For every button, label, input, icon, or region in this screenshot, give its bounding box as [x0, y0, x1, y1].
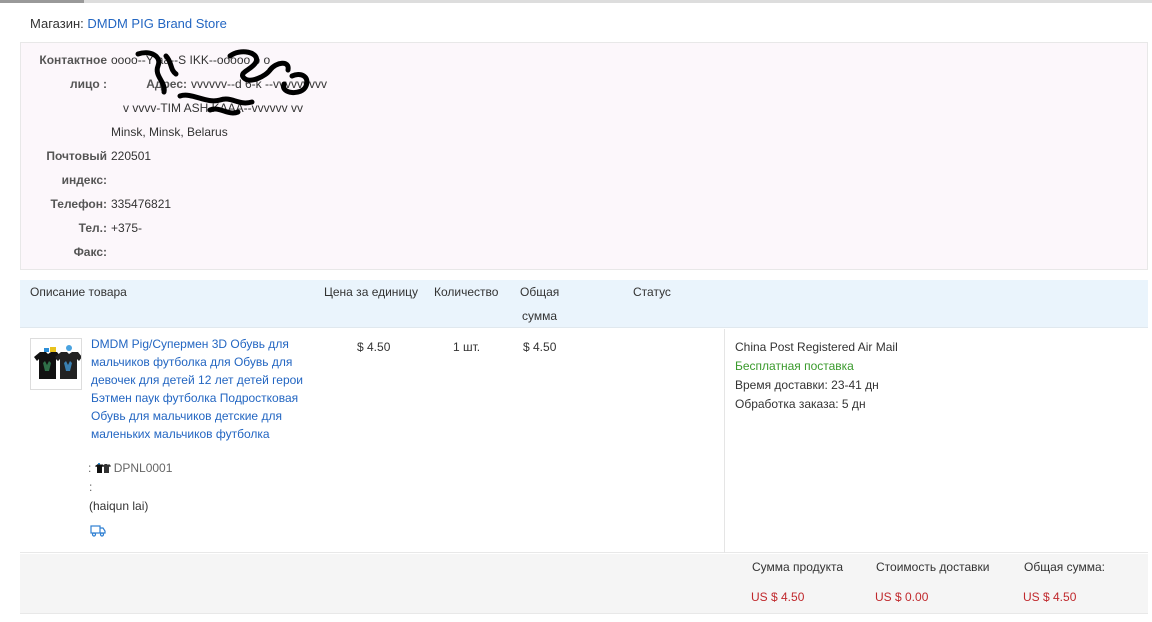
store-name-link[interactable]: DMDM PIG Brand Store: [87, 16, 226, 31]
product-thumbnail[interactable]: [30, 338, 82, 390]
item-total: $ 4.50: [523, 340, 557, 354]
shipping-cost-label: Стоимость доставки: [876, 560, 990, 574]
store-line: Магазин: DMDM PIG Brand Store: [30, 16, 227, 31]
active-tab-indicator: [0, 0, 84, 3]
address-line-3: Minsk, Minsk, Belarus: [111, 125, 228, 139]
order-total-label: Общая сумма:: [1024, 560, 1105, 574]
col-description: Описание товара: [30, 285, 127, 299]
store-label: Магазин:: [30, 16, 84, 31]
phone-value: 335476821: [111, 197, 172, 211]
shipping-address-box: Контактное лицо : oooo--Y aa--S IKK--ooo…: [20, 42, 1148, 270]
col-total-cont: сумма: [522, 309, 558, 323]
postal-label: Почтовый: [46, 149, 107, 163]
col-total: Общая: [520, 285, 560, 299]
tel-value: +375-: [111, 221, 143, 235]
product-sum-label: Сумма продукта: [752, 560, 844, 574]
col-unit-price: Цена за единицу: [324, 285, 419, 299]
contact-label: Контактное: [39, 53, 107, 67]
shipping-cost-value: US $ 0.00: [875, 590, 929, 604]
order-item-row: DMDM Pig/Супермен 3D Обувь для мальчиков…: [20, 329, 1148, 553]
sku-code: DPNL0001: [113, 461, 173, 475]
address-line-2: v vvvv-TIM ASH KAAA--vvvvvv vv: [123, 101, 304, 115]
col-status: Статус: [633, 285, 671, 299]
shipping-cost: Бесплатная поставка: [735, 359, 854, 373]
tshirt-thumbnail-icon: [31, 339, 81, 389]
shipping-method: China Post Registered Air Mail: [735, 340, 898, 354]
top-divider: [0, 0, 1152, 3]
product-title-link[interactable]: DMDM Pig/Супермен 3D Обувь для мальчиков…: [91, 335, 321, 443]
shipping-info: China Post Registered Air Mail Бесплатна…: [735, 338, 898, 414]
address-label: Адрес:: [146, 77, 187, 91]
tel-label: Тел.:: [78, 221, 107, 235]
sku-colon: :: [89, 480, 93, 494]
sku-thumbnail-icon: [94, 463, 111, 474]
order-summary: Сумма продукта US $ 4.50 Стоимость доста…: [20, 554, 1148, 614]
fax-label: Факс:: [73, 245, 107, 259]
contact-value: oooo--Y aa--S IKK--ooooo o o: [111, 53, 271, 67]
col-quantity: Количество: [434, 285, 499, 299]
postal-value: 220501: [111, 149, 152, 163]
delivery-time: Время доставки: 23-41 дн: [735, 378, 879, 392]
product-sum-value: US $ 4.50: [751, 590, 805, 604]
seller-name: (haiqun lai): [89, 499, 149, 513]
unit-price: $ 4.50: [357, 340, 391, 354]
column-divider: [724, 329, 725, 553]
processing-time: Обработка заказа: 5 дн: [735, 397, 866, 411]
sku-prefix: :: [88, 461, 92, 475]
items-table-header: Описание товара Цена за единицу Количест…: [20, 280, 1148, 328]
phone-label: Телефон:: [50, 197, 107, 211]
quantity: 1 шт.: [453, 340, 481, 354]
truck-icon[interactable]: [90, 523, 106, 537]
address-line-1: vvvvvv--d 6-k --vvvvvvvvv: [191, 77, 327, 91]
sku-line: : DPNL0001: [88, 461, 172, 475]
postal-label-cont: индекс:: [61, 173, 107, 187]
order-total-value: US $ 4.50: [1023, 590, 1077, 604]
contact-label-cont: лицо :: [69, 77, 107, 91]
